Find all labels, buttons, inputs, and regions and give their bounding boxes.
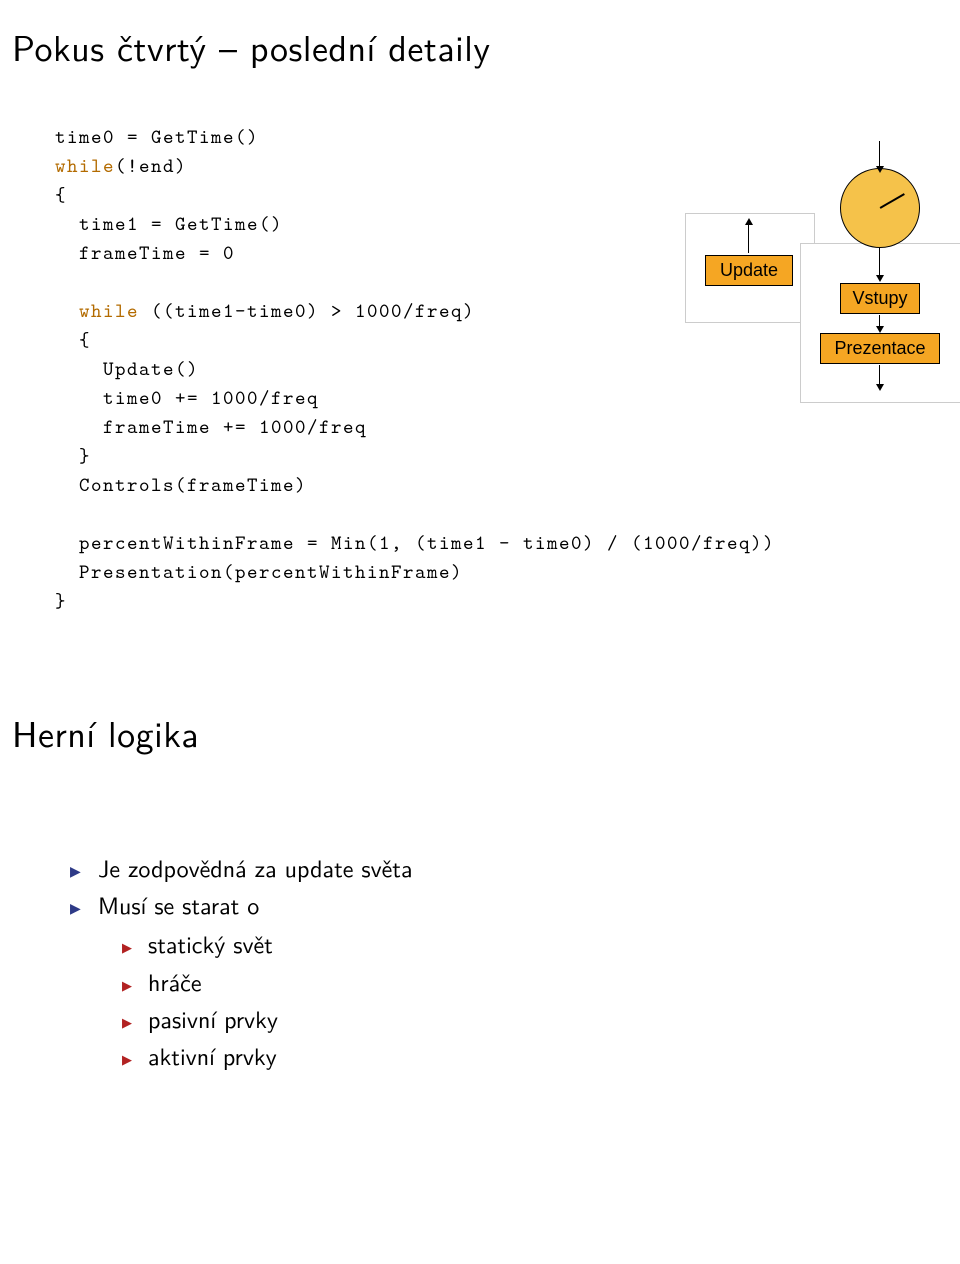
diagram-box-update: Update — [705, 255, 793, 286]
clock-icon — [840, 168, 920, 248]
arrow-down-icon — [876, 326, 884, 333]
code-line: time0 = GetTime() — [55, 124, 259, 150]
code-line: time0 += 1000/freq — [55, 385, 319, 411]
code-line: { — [55, 182, 67, 208]
arrow-line — [748, 223, 749, 253]
keyword-while: while — [55, 153, 115, 179]
code-line: frameTime += 1000/freq — [55, 414, 367, 440]
sub-bullet-item: hráče — [122, 963, 960, 1000]
diagram-label: Update — [720, 260, 778, 280]
code-line: { — [55, 327, 91, 353]
sub-bullet-list: statický svět hráče pasivní prvky aktivn… — [70, 925, 960, 1074]
diagram-box-vstupy: Vstupy — [840, 283, 920, 314]
arrow-up-icon — [745, 218, 753, 225]
slide2-title: Herní logika — [12, 706, 960, 759]
arrow-down-icon — [876, 166, 884, 173]
page-container: Pokus čtvrtý – poslední detaily time0 = … — [0, 20, 960, 1074]
bullet-text: pasivní prvky — [148, 1001, 278, 1036]
bullet-text: Je zodpovědná za update světa — [98, 850, 413, 885]
code-line: frameTime = 0 — [55, 240, 235, 266]
slide1-body: time0 = GetTime() while(!end) { time1 = … — [55, 123, 960, 616]
arrow-line — [879, 248, 880, 278]
bullet-text: hráče — [148, 964, 201, 999]
bullet-item: Je zodpovědná za update světa — [70, 849, 960, 886]
code-line: Update() — [55, 356, 199, 382]
arrow-down-icon — [876, 384, 884, 391]
code-line: time1 = GetTime() — [55, 211, 283, 237]
code-line: Presentation(percentWithinFrame) — [55, 559, 463, 585]
code-line: percentWithinFrame = Min(1, (time1 - tim… — [55, 530, 775, 556]
code-text: ((time1-time0) > 1000/freq) — [139, 298, 475, 324]
code-line: } — [55, 588, 67, 614]
diagram-label: Vstupy — [852, 288, 907, 308]
keyword-while: while — [55, 298, 139, 324]
diagram-label: Prezentace — [834, 338, 925, 358]
sub-bullet-item: statický svět — [122, 925, 960, 962]
code-line: } — [55, 443, 91, 469]
arrow-line — [879, 141, 880, 169]
sub-bullet-item: pasivní prvky — [122, 1000, 960, 1037]
bullet-list: Je zodpovědná za update světa Musí se st… — [70, 849, 960, 1074]
code-line: Controls(frameTime) — [55, 472, 307, 498]
sub-bullet-item: aktivní prvky — [122, 1037, 960, 1074]
bullet-text: statický svět — [148, 926, 273, 961]
arrow-down-icon — [876, 275, 884, 282]
game-loop-diagram: Update Vstupy Prezentace — [685, 193, 960, 443]
slide1-title: Pokus čtvrtý – poslední detaily — [12, 20, 960, 73]
bullet-item: Musí se starat o statický svět hráče pas… — [70, 886, 960, 1074]
code-text: (!end) — [115, 153, 187, 179]
diagram-box-prezentace: Prezentace — [820, 333, 940, 364]
bullet-text: Musí se starat o — [98, 887, 259, 922]
bullet-text: aktivní prvky — [148, 1038, 277, 1073]
